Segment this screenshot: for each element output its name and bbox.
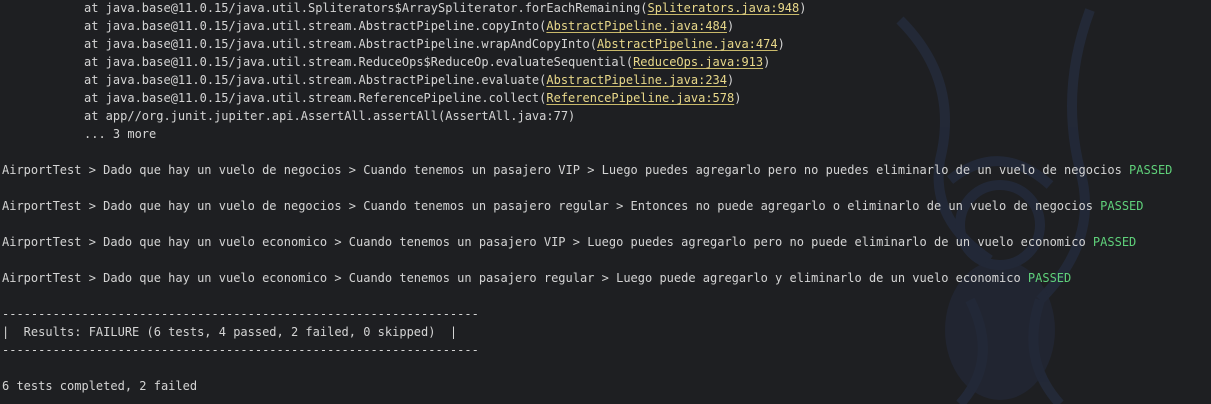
summary-results-line: | Results: FAILURE (6 tests, 4 passed, 2… [2, 325, 458, 339]
source-link[interactable]: AbstractPipeline.java:234 [546, 73, 727, 87]
source-link[interactable]: ReduceOps.java:913 [633, 55, 763, 69]
stack-trace-more: ... 3 more [84, 127, 157, 141]
summary-top-rule: ----------------------------------------… [2, 307, 479, 321]
tests-completed-line: 6 tests completed, 2 failed [2, 379, 198, 393]
terminal-output[interactable]: at java.base@11.0.15/java.util.Spliterat… [0, 0, 1211, 404]
passed-status: PASSED [1100, 199, 1144, 213]
stack-trace-line: at java.base@11.0.15/java.util.stream.Ab… [84, 19, 735, 33]
stack-trace-line: at app//org.junit.jupiter.api.AssertAll.… [84, 109, 576, 123]
stack-trace-line: at java.base@11.0.15/java.util.Spliterat… [84, 1, 807, 15]
test-result-line: AirportTest > Dado que hay un vuelo econ… [2, 271, 1072, 285]
test-result-line: AirportTest > Dado que hay un vuelo econ… [2, 235, 1137, 249]
source-link[interactable]: Spliterators.java:948 [648, 1, 800, 15]
source-link[interactable]: AbstractPipeline.java:484 [546, 19, 727, 33]
passed-status: PASSED [1129, 163, 1173, 177]
stack-trace-line: at java.base@11.0.15/java.util.stream.Re… [84, 91, 742, 105]
summary-bottom-rule: ----------------------------------------… [2, 343, 479, 357]
passed-status: PASSED [1092, 235, 1137, 249]
stack-trace-line: at java.base@11.0.15/java.util.stream.Re… [84, 55, 771, 69]
stack-trace-line: at java.base@11.0.15/java.util.stream.Ab… [84, 37, 785, 51]
stack-trace-line: at java.base@11.0.15/java.util.stream.Ab… [84, 73, 735, 87]
test-result-line: AirportTest > Dado que hay un vuelo de n… [2, 163, 1173, 177]
test-result-line: AirportTest > Dado que hay un vuelo de n… [2, 199, 1144, 213]
passed-status: PASSED [1027, 271, 1072, 285]
source-link[interactable]: ReferencePipeline.java:578 [546, 91, 734, 105]
source-link[interactable]: AbstractPipeline.java:474 [597, 37, 778, 51]
